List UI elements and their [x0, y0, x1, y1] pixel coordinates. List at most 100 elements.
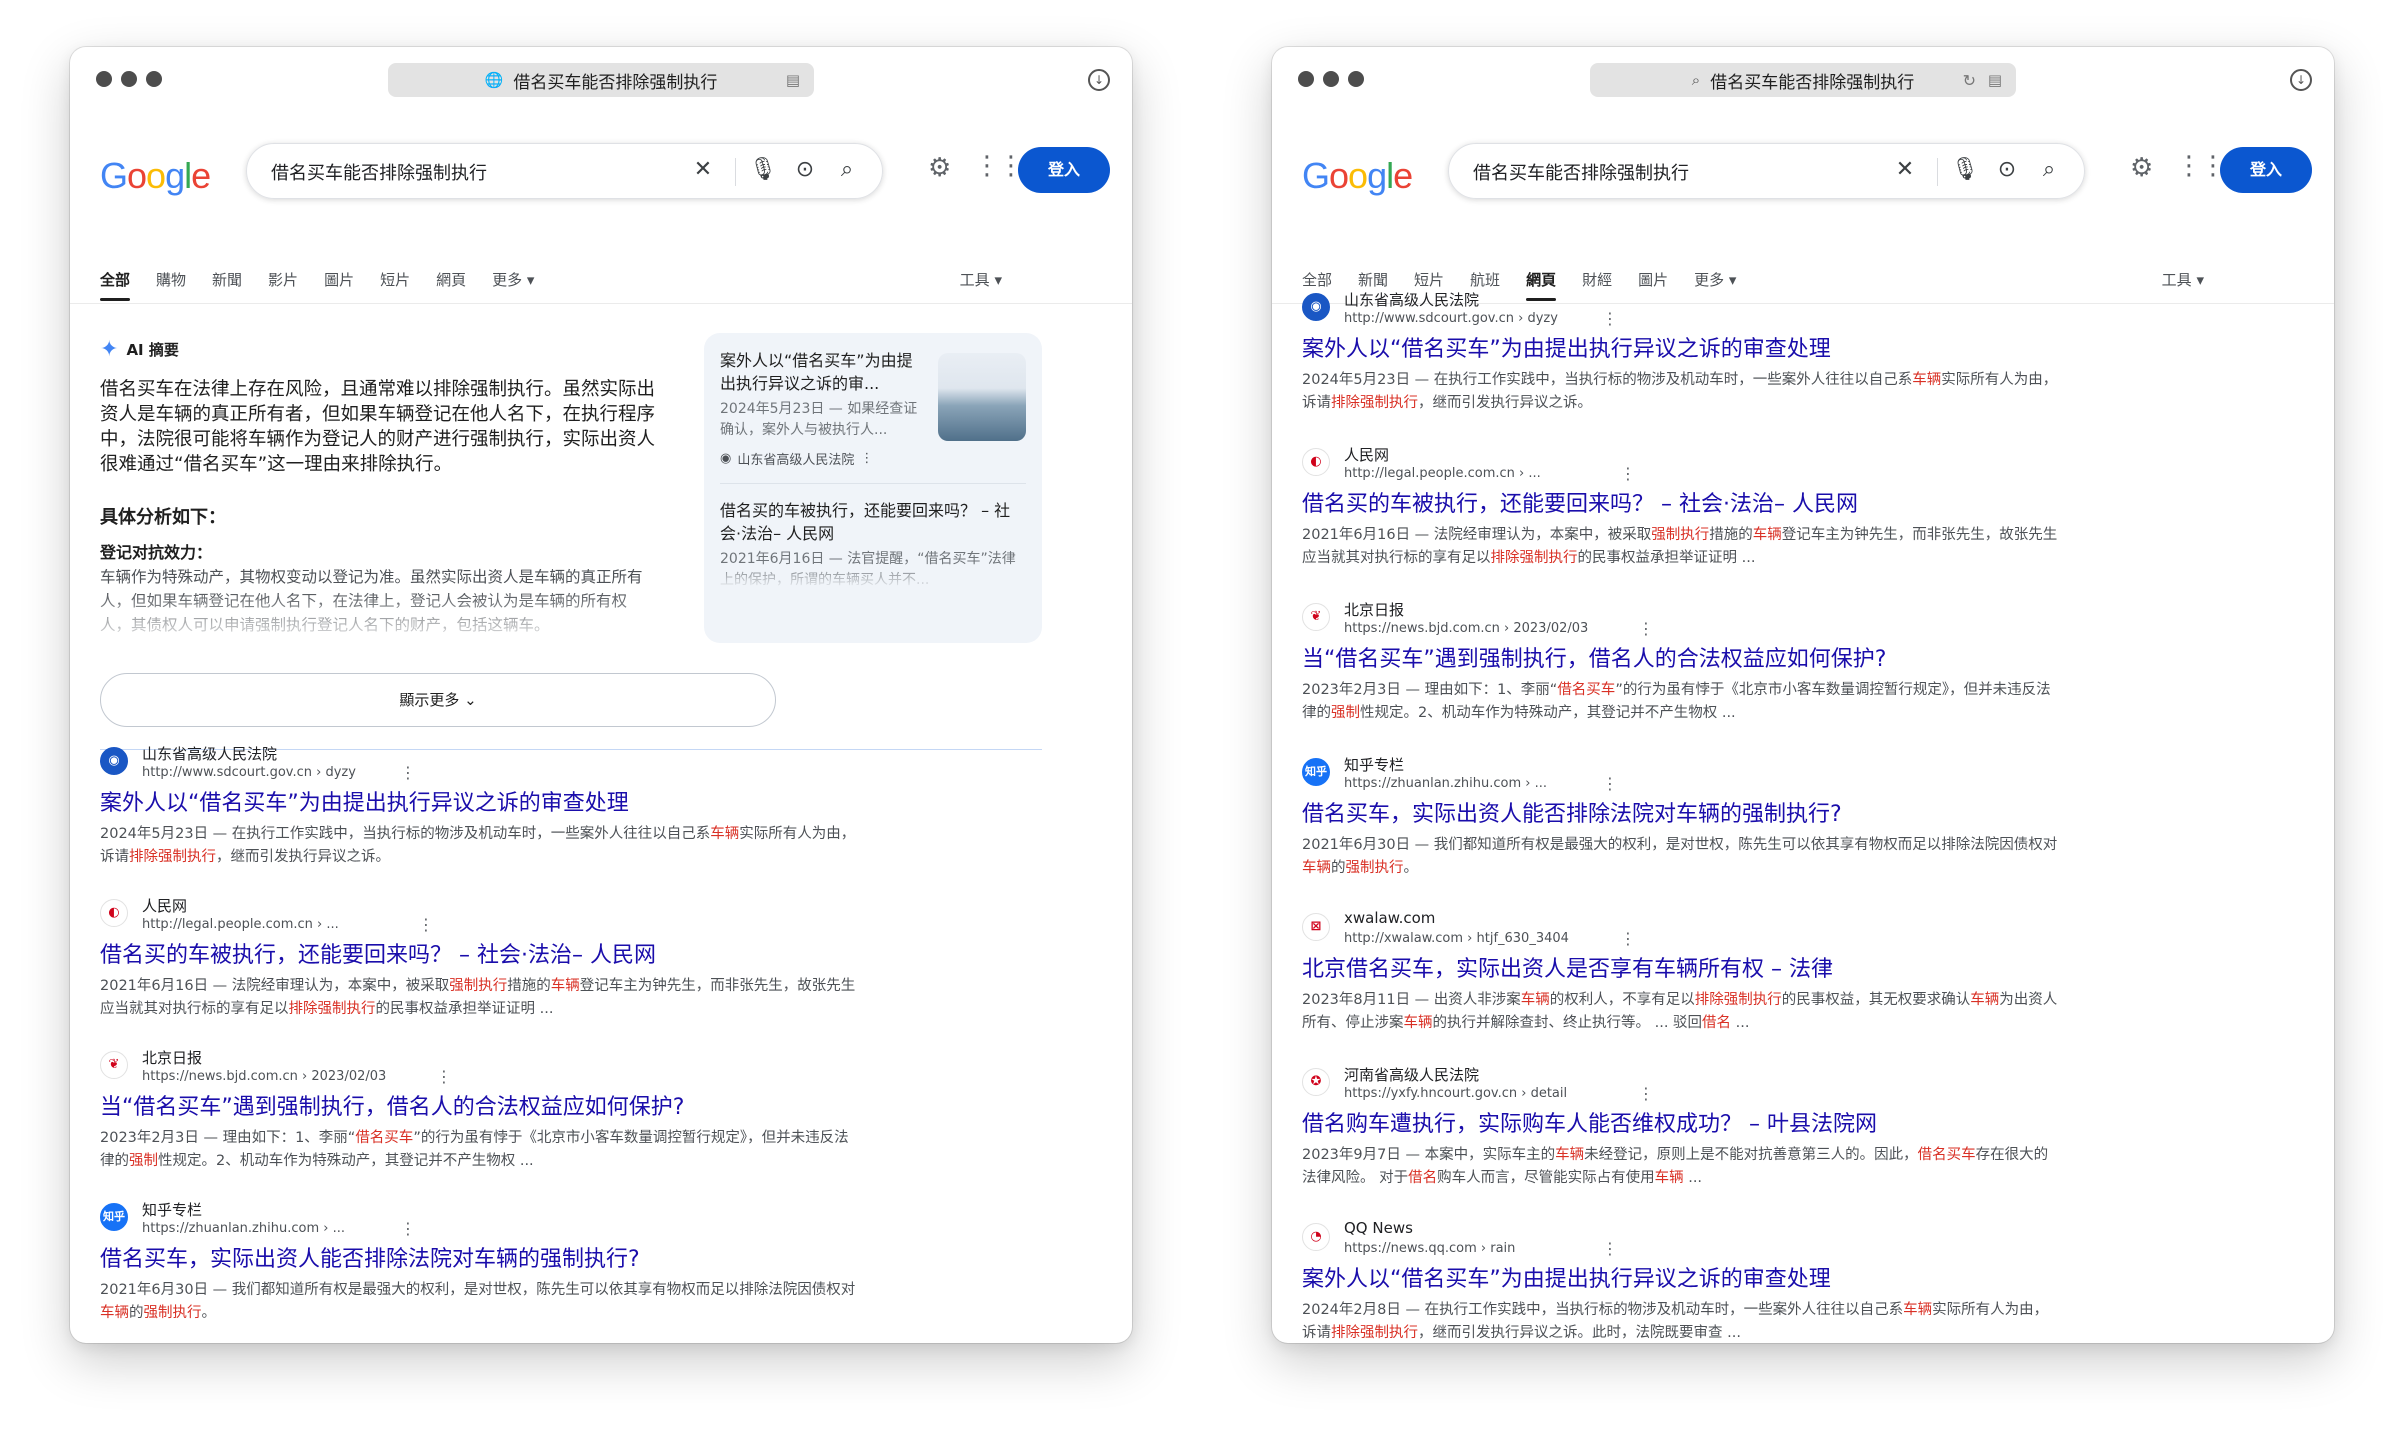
- more-vert-icon[interactable]: ⋮: [400, 763, 416, 782]
- result-url: http://xwalaw.com › htjf_630_3404: [1344, 931, 1569, 946]
- gear-icon[interactable]: ⚙: [2130, 153, 2153, 183]
- signin-button[interactable]: 登入: [1018, 147, 1110, 193]
- download-icon[interactable]: ↓: [2290, 69, 2312, 91]
- source-card-title[interactable]: 案外人以“借名买车”为由提出执行异议之诉的审...: [720, 349, 920, 395]
- search-icon[interactable]: ⌕: [2035, 157, 2063, 182]
- tab-videos[interactable]: 影片: [268, 269, 298, 299]
- search-divider: [735, 158, 736, 186]
- address-bar[interactable]: 🌐 借名买车能否排除强制执行 ▤: [388, 63, 814, 97]
- result-source[interactable]: ◉ 山东省高级人民法院 http://www.sdcourt.gov.cn › dy…: [100, 743, 860, 787]
- browser-window-right: ⌕ 借名买车能否排除强制执行 ↻ ▤ ↓ Google 借名买车能否排除强制执行…: [1272, 47, 2334, 1343]
- result-source[interactable]: 知乎 知乎专栏 https://zhuanlan.zhihu.com › ... ⋮: [100, 1199, 860, 1243]
- result-url: http://legal.people.com.cn › ...: [142, 917, 339, 932]
- signin-button[interactable]: 登入: [2220, 147, 2312, 193]
- more-vert-icon[interactable]: ⋮: [436, 1067, 452, 1086]
- source-card-title[interactable]: 借名买的车被执行，还能要回来吗？ – 社会·法治– 人民网: [720, 499, 1026, 545]
- close-icon[interactable]: ✕: [1891, 157, 1919, 182]
- more-vert-icon[interactable]: ⋮: [418, 915, 434, 934]
- search-input[interactable]: 借名买车能否排除强制执行 ✕ 🎙 ⊙ ⌕: [246, 143, 883, 199]
- result-source[interactable]: ✪ 河南省高级人民法院 https://yxfy.hncourt.gov.cn › …: [1302, 1064, 2062, 1108]
- result-snippet: 2021年6月16日 — 法院经审理认为，本案中，被采取强制执行措施的车辆登记车…: [1302, 527, 2058, 566]
- result-title-link[interactable]: 案外人以“借名买车”为由提出执行异议之诉的审查处理: [100, 789, 860, 819]
- zoom-window-button[interactable]: [146, 71, 162, 87]
- close-icon[interactable]: ✕: [689, 157, 717, 182]
- reader-icon[interactable]: ▤: [786, 71, 800, 89]
- search-tabs: 全部 購物 新聞 影片 圖片 短片 網頁 更多 ▾: [100, 269, 534, 301]
- more-vert-icon[interactable]: ⋮: [1620, 929, 1636, 948]
- result-url: https://yxfy.hncourt.gov.cn › detail: [1344, 1086, 1568, 1101]
- more-vert-icon[interactable]: ⋮: [860, 451, 873, 466]
- more-vert-icon[interactable]: ⋮: [1638, 619, 1654, 638]
- google-header: Google 借名买车能否排除强制执行 ✕ 🎙 ⊙ ⌕ ⚙ ⋮⋮⋮ 登入: [70, 143, 1132, 213]
- minimize-window-button[interactable]: [121, 71, 137, 87]
- tab-shorts[interactable]: 短片: [380, 269, 410, 299]
- card-divider: [720, 483, 1026, 484]
- result-source[interactable]: ◐ 人民网 http://legal.people.com.cn › ... ⋮: [1302, 444, 2062, 488]
- result-title-link[interactable]: 案外人以“借名买车”为由提出执行异议之诉的审查处理: [1302, 1265, 2062, 1295]
- tab-web[interactable]: 網頁: [436, 269, 466, 299]
- search-query[interactable]: 借名买车能否排除强制执行: [271, 159, 487, 185]
- address-bar[interactable]: ⌕ 借名买车能否排除强制执行 ↻ ▤: [1590, 63, 2016, 97]
- close-window-button[interactable]: [96, 71, 112, 87]
- result-title-link[interactable]: 借名买车，实际出资人能否排除法院对车辆的强制执行?: [100, 1245, 860, 1275]
- gear-icon[interactable]: ⚙: [928, 153, 951, 183]
- site-favicon-icon: ❦: [100, 1051, 128, 1079]
- result-source[interactable]: ⊠ xwalaw.com http://xwalaw.com › htjf_630_…: [1302, 909, 2062, 953]
- tab-images[interactable]: 圖片: [324, 269, 354, 299]
- reader-icon[interactable]: ▤: [1988, 71, 2002, 89]
- title-bar: ⌕ 借名买车能否排除强制执行 ↻ ▤ ↓: [1272, 47, 2334, 111]
- more-vert-icon[interactable]: ⋮: [400, 1219, 416, 1238]
- close-window-button[interactable]: [1298, 71, 1314, 87]
- more-vert-icon[interactable]: ⋮: [1602, 309, 1618, 328]
- site-favicon-icon: ◐: [100, 899, 128, 927]
- sparkle-icon: ✦: [100, 337, 119, 362]
- more-vert-icon[interactable]: ⋮: [1602, 1239, 1618, 1258]
- google-logo[interactable]: Google: [100, 155, 211, 197]
- result-title-link[interactable]: 借名买车，实际出资人能否排除法院对车辆的强制执行?: [1302, 800, 2062, 830]
- reload-icon[interactable]: ↻: [1963, 71, 1976, 90]
- more-vert-icon[interactable]: ⋮: [1638, 1084, 1654, 1103]
- result-title-link[interactable]: 借名购车遭执行，实际购车人能否维权成功？ – 叶县法院网: [1302, 1110, 2062, 1140]
- search-icon[interactable]: ⌕: [833, 157, 861, 182]
- result-title-link[interactable]: 借名买的车被执行，还能要回来吗？ – 社会·法治– 人民网: [100, 941, 860, 971]
- tab-news[interactable]: 新聞: [212, 269, 242, 299]
- result-title-link[interactable]: 当“借名买车”遇到强制执行，借名人的合法权益应如何保护?: [100, 1093, 860, 1123]
- download-icon[interactable]: ↓: [1088, 69, 1110, 91]
- microphone-icon[interactable]: 🎙: [1951, 157, 1979, 182]
- more-vert-icon[interactable]: ⋮: [1620, 464, 1636, 483]
- result-title-link[interactable]: 当“借名买车”遇到强制执行，借名人的合法权益应如何保护?: [1302, 645, 2062, 675]
- google-logo[interactable]: Google: [1302, 155, 1413, 197]
- zoom-window-button[interactable]: [1348, 71, 1364, 87]
- result-source[interactable]: ◐ 人民网 http://legal.people.com.cn › ... ⋮: [100, 895, 860, 939]
- lens-icon[interactable]: ⊙: [791, 157, 819, 182]
- result-source[interactable]: 知乎 知乎专栏 https://zhuanlan.zhihu.com › ... ⋮: [1302, 754, 2062, 798]
- result-source[interactable]: ❦ 北京日报 https://news.bjd.com.cn › 2023/02/0…: [1302, 599, 2062, 643]
- result-source[interactable]: ◉ 山东省高级人民法院 http://www.sdcourt.gov.cn › dy…: [1302, 289, 2062, 333]
- result-snippet: 2021年6月30日 — 我们都知道所有权是最强大的权利，是对世权，陈先生可以依…: [1302, 837, 2058, 876]
- search-result: ◉ 山东省高级人民法院 http://www.sdcourt.gov.cn › dy…: [100, 743, 860, 869]
- search-query[interactable]: 借名买车能否排除强制执行: [1473, 159, 1689, 185]
- search-input[interactable]: 借名买车能否排除强制执行 ✕ 🎙 ⊙ ⌕: [1448, 143, 2085, 199]
- result-site-name: 北京日报: [142, 1049, 203, 1067]
- tools-menu[interactable]: 工具 ▾: [960, 269, 1002, 290]
- result-source[interactable]: ❦ 北京日报 https://news.bjd.com.cn › 2023/02/0…: [100, 1047, 860, 1091]
- ai-point-heading: 登记对抗效力：: [100, 543, 213, 562]
- source-thumbnail[interactable]: [938, 353, 1026, 441]
- microphone-icon[interactable]: 🎙: [749, 157, 777, 182]
- tools-menu[interactable]: 工具 ▾: [2162, 269, 2204, 290]
- site-favicon-icon: ⊠: [1302, 913, 1330, 941]
- tab-more[interactable]: 更多 ▾: [492, 269, 534, 299]
- more-vert-icon[interactable]: ⋮: [1602, 774, 1618, 793]
- result-source[interactable]: ◔ QQ News https://news.qq.com › rain ⋮: [1302, 1219, 2062, 1263]
- result-title-link[interactable]: 北京借名买车，实际出资人是否享有车辆所有权 – 法律: [1302, 955, 2062, 985]
- lens-icon[interactable]: ⊙: [1993, 157, 2021, 182]
- result-snippet: 2024年5月23日 — 在执行工作实践中，当执行标的物涉及机动车时，一些案外人…: [1302, 372, 2058, 411]
- result-title-link[interactable]: 案外人以“借名买车”为由提出执行异议之诉的审查处理: [1302, 335, 2062, 365]
- minimize-window-button[interactable]: [1323, 71, 1339, 87]
- result-site-name: 知乎专栏: [1344, 756, 1405, 774]
- show-more-button[interactable]: 顯示更多 ⌄: [100, 673, 776, 727]
- tab-all[interactable]: 全部: [100, 269, 131, 301]
- result-title-link[interactable]: 借名买的车被执行，还能要回来吗？ – 社会·法治– 人民网: [1302, 490, 2062, 520]
- result-url: https://news.bjd.com.cn › 2023/02/03: [1344, 621, 1589, 636]
- tab-shopping[interactable]: 購物: [156, 269, 186, 299]
